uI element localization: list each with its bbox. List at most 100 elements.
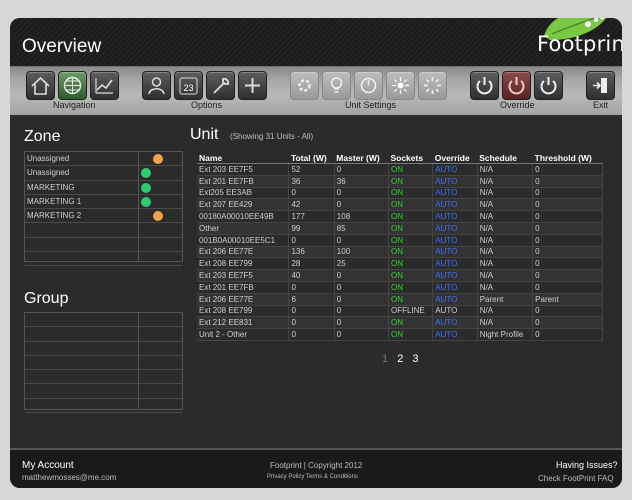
- override-group-label: Override: [500, 100, 535, 110]
- unit-row[interactable]: Ext 201 EE7FB 0 0 ON AUTO N/A 0: [197, 281, 603, 294]
- unit-cell: ON: [388, 328, 434, 341]
- unit-row[interactable]: Ext 207 EE429 42 0 ON AUTO N/A 0: [197, 198, 603, 212]
- lightbulb-icon: [330, 77, 343, 93]
- unit-cell: ON: [388, 269, 434, 282]
- unit-row[interactable]: Ext 206 EE77E 136 100 ON AUTO N/A 0: [197, 246, 603, 259]
- help-title: Having Issues?: [556, 460, 618, 470]
- zone-row[interactable]: [25, 238, 182, 253]
- column-header[interactable]: Sockets: [388, 152, 433, 164]
- unit-row[interactable]: Ext 208 EE799 0 0 OFFLINE AUTO N/A 0: [197, 305, 603, 318]
- page-1-link[interactable]: 1: [382, 353, 388, 365]
- group-row[interactable]: [25, 384, 182, 399]
- unit-cell: 0: [334, 328, 389, 341]
- override-power-button-1[interactable]: [470, 71, 499, 100]
- unit-row[interactable]: Other 99 85 ON AUTO N/A 0: [197, 222, 603, 235]
- zone-row[interactable]: Unassigned: [25, 152, 182, 167]
- column-header[interactable]: Master (W): [334, 152, 389, 164]
- unit-cell: N/A: [477, 198, 534, 212]
- chart-button[interactable]: [90, 71, 119, 100]
- group-row[interactable]: [25, 342, 182, 356]
- unit-cell: AUTO: [432, 163, 478, 176]
- unit-row[interactable]: Ext 201 EE7FB 36 36 ON AUTO N/A 0: [197, 175, 603, 188]
- zone-row[interactable]: MARKETING 1: [25, 195, 182, 210]
- group-title: Group: [24, 290, 69, 307]
- unit-cell: 177: [288, 210, 335, 223]
- unit-cell: 0: [334, 316, 389, 330]
- group-row[interactable]: [25, 313, 182, 328]
- unit-cell: ON: [388, 163, 434, 176]
- home-button[interactable]: [26, 71, 55, 100]
- unit-bulb-button[interactable]: [322, 71, 351, 100]
- unit-loading-button[interactable]: [418, 71, 447, 100]
- unit-row[interactable]: Ext 212 EE831 0 0 ON AUTO N/A 0: [197, 316, 603, 330]
- unit-cell: 001B0A00010EE5C1: [197, 234, 290, 247]
- unit-row[interactable]: Unit 2 - Other 0 0 ON AUTO Night Profile 0: [197, 328, 603, 341]
- add-button[interactable]: [238, 71, 267, 100]
- unit-row[interactable]: Ext 208 EE799 28 25 ON AUTO N/A 0: [197, 257, 603, 271]
- calendar-button[interactable]: 23: [174, 71, 203, 100]
- my-account-title[interactable]: My Account: [22, 460, 74, 471]
- unit-cell: AUTO: [432, 281, 478, 294]
- unit-cell: ON: [388, 198, 434, 212]
- tools-button[interactable]: [206, 71, 235, 100]
- column-header[interactable]: Override: [432, 152, 478, 164]
- column-header[interactable]: Threshold (W): [532, 152, 603, 164]
- page-title: Overview: [22, 36, 102, 57]
- unit-row[interactable]: 00180A00010EE49B 177 108 ON AUTO N/A 0: [197, 210, 603, 223]
- zone-row[interactable]: MARKETING 2: [25, 209, 182, 224]
- unit-brightness-button[interactable]: [386, 71, 415, 100]
- page-3-link[interactable]: 3: [412, 353, 418, 365]
- unit-cell: N/A: [477, 257, 534, 271]
- unit-cell: 0: [532, 175, 603, 188]
- unit-gear-button[interactable]: [290, 71, 319, 100]
- column-header[interactable]: Schedule: [477, 152, 533, 164]
- unit-cell: 100: [334, 246, 389, 259]
- unit-cell: N/A: [477, 175, 534, 188]
- unit-cell: AUTO: [432, 175, 478, 188]
- zone-name: MARKETING 2: [27, 211, 82, 221]
- users-button[interactable]: [142, 71, 171, 100]
- column-header[interactable]: Total (W): [288, 152, 335, 164]
- zone-row[interactable]: [25, 223, 182, 238]
- footer-links[interactable]: Privacy Policy Terms & Conditions: [267, 474, 358, 480]
- exit-button[interactable]: [586, 71, 615, 100]
- unit-cell: 0: [532, 222, 603, 235]
- column-header[interactable]: Name: [197, 152, 289, 164]
- unit-row[interactable]: Ext205 EE3AB 0 0 ON AUTO N/A 0: [197, 187, 603, 200]
- unit-cell: 0: [334, 305, 389, 318]
- unit-row[interactable]: Ext 206 EE77E 6 0 ON AUTO Parent Parent: [197, 293, 603, 306]
- zone-row[interactable]: MARKETING: [25, 181, 182, 195]
- zone-name: MARKETING 1: [27, 196, 82, 206]
- unit-cell: 0: [288, 234, 335, 247]
- group-row[interactable]: [25, 370, 182, 385]
- group-row[interactable]: [25, 327, 182, 342]
- unit-cell: 0: [532, 316, 603, 330]
- unit-settings-group-label: Unit Settings: [345, 100, 397, 110]
- override-power-button-3[interactable]: [534, 71, 563, 100]
- zone-row[interactable]: [25, 252, 182, 267]
- unit-row[interactable]: Ext 203 EE7F5 52 0 ON AUTO N/A 0: [197, 163, 603, 176]
- unit-cell: 0: [288, 316, 335, 330]
- unit-cell: ON: [388, 293, 434, 306]
- unit-cell: AUTO: [432, 246, 478, 259]
- faq-link[interactable]: Check FootPrint FAQ: [538, 474, 614, 483]
- unit-cell: 0: [532, 163, 603, 176]
- zone-row[interactable]: Unassigned: [25, 166, 182, 181]
- unit-timer-button[interactable]: [354, 71, 383, 100]
- globe-button[interactable]: [58, 71, 87, 100]
- page-2-link[interactable]: 2: [397, 353, 403, 365]
- unit-row[interactable]: Ext 203 EE7F5 40 0 ON AUTO N/A 0: [197, 269, 603, 282]
- unit-cell: 0: [532, 269, 603, 282]
- unit-cell: Other: [197, 222, 290, 235]
- unit-cell: ON: [388, 187, 434, 200]
- unit-row[interactable]: 001B0A00010EE5C1 0 0 ON AUTO N/A 0: [197, 234, 603, 247]
- unit-cell: Ext205 EE3AB: [197, 187, 290, 200]
- override-power-button-2[interactable]: [502, 71, 531, 100]
- unit-cell: 0: [334, 163, 389, 176]
- group-row[interactable]: [25, 356, 182, 371]
- unit-cell: N/A: [477, 269, 534, 282]
- unit-cell: 85: [334, 222, 389, 235]
- unit-cell: 36: [334, 175, 389, 188]
- plus-icon: [245, 78, 260, 93]
- group-row[interactable]: [25, 399, 182, 414]
